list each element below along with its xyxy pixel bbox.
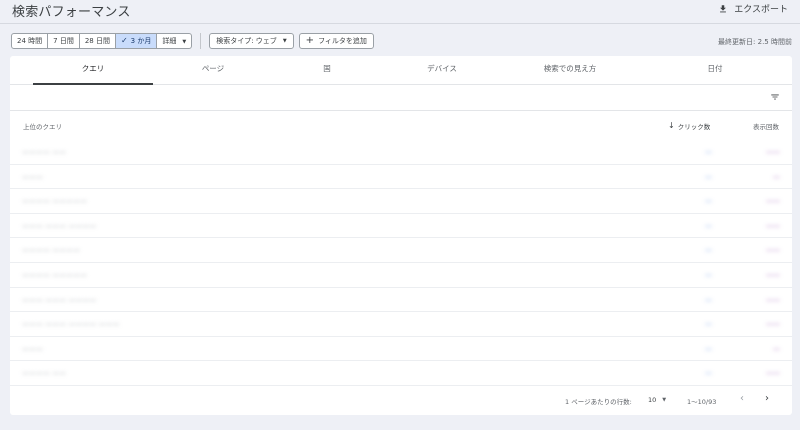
tab-pages[interactable]: ページ bbox=[153, 56, 273, 85]
table-row[interactable]: ーーー ーーー ーーーー — —— bbox=[10, 288, 792, 313]
arrow-downward-icon: ↓ bbox=[668, 121, 675, 130]
impressions-cell: —— bbox=[766, 295, 780, 304]
rows-per-page-label: 1 ページあたりの行数: bbox=[565, 398, 632, 406]
table-row[interactable]: ーーーー ーー — —— bbox=[10, 361, 792, 386]
clicks-cell: — bbox=[705, 197, 712, 206]
next-page-button[interactable]: › bbox=[765, 393, 769, 404]
query-table: ーーーー ーー — —— ーーー — — ーーーー ーーーーー — —— ーーー ーーー ー… bbox=[10, 140, 792, 386]
impressions-cell: —— bbox=[766, 197, 780, 206]
table-row[interactable]: ーーーー ーーーーー — —— bbox=[10, 189, 792, 214]
query-cell: ーーーー ーー bbox=[22, 149, 67, 157]
date-range-3m-label: 3 か月 bbox=[130, 37, 152, 45]
add-filter-label: フィルタを追加 bbox=[318, 37, 367, 45]
impressions-cell: —— bbox=[766, 148, 780, 156]
table-row[interactable]: ーーー — — bbox=[10, 165, 792, 190]
impressions-cell: — bbox=[773, 344, 780, 353]
tab-devices[interactable]: デバイス bbox=[382, 56, 502, 85]
clicks-cell: — bbox=[705, 295, 712, 304]
impressions-cell: —— bbox=[766, 320, 780, 329]
impressions-cell: —— bbox=[766, 221, 780, 230]
date-range-24h[interactable]: 24 時間 bbox=[12, 34, 49, 48]
date-range-custom[interactable]: 詳細 ▼ bbox=[157, 34, 191, 48]
download-icon bbox=[720, 4, 727, 12]
pagination-range: 1～10/93 bbox=[687, 398, 717, 406]
previous-page-button[interactable]: ‹ bbox=[740, 393, 744, 404]
dropdown-arrow-icon: ▼ bbox=[662, 397, 667, 403]
search-type-label: 検索タイプ: ウェブ bbox=[216, 37, 277, 45]
table-row[interactable]: ーーー — — bbox=[10, 337, 792, 362]
column-header-clicks[interactable]: ↓ クリック数 bbox=[668, 121, 711, 132]
filter-bar: 24 時間 7 日間 28 日間 ✓ 3 か月 詳細 ▼ 検索タイプ: ウェブ ▼ … bbox=[11, 33, 379, 49]
query-cell: ーーー bbox=[22, 345, 43, 354]
divider bbox=[10, 110, 792, 111]
query-cell: ーーーー ーーーーー bbox=[22, 198, 88, 207]
query-cell: ーーーー ーーーーー bbox=[22, 271, 88, 280]
clicks-cell: — bbox=[705, 270, 712, 279]
clicks-cell: — bbox=[705, 221, 712, 230]
table-row[interactable]: ーーーー ーー — —— bbox=[10, 140, 792, 165]
clicks-cell: — bbox=[705, 246, 712, 255]
export-button[interactable]: エクスポート bbox=[718, 2, 788, 15]
query-cell: ーーーー ーーーー bbox=[22, 247, 81, 256]
table-row[interactable]: ーーーー ーーーーー — —— bbox=[10, 263, 792, 288]
clicks-cell: — bbox=[705, 369, 712, 378]
query-cell: ーーー ーーー ーーーー bbox=[22, 296, 97, 305]
tab-bar: クエリ ページ 国 デバイス 検索での見え方 日付 bbox=[10, 56, 792, 85]
results-card: クエリ ページ 国 デバイス 検索での見え方 日付 上位のクエリ ↓ クリック数… bbox=[10, 56, 792, 415]
impressions-cell: —— bbox=[766, 270, 780, 279]
table-row[interactable]: ーーー ーーー ーーーー ーーー — —— bbox=[10, 312, 792, 337]
clicks-cell: — bbox=[705, 172, 712, 181]
last-updated: 最終更新日: 2.5 時間前 bbox=[718, 38, 792, 46]
date-range-selector: 24 時間 7 日間 28 日間 ✓ 3 か月 詳細 ▼ bbox=[11, 33, 193, 49]
rows-per-page-select[interactable]: 10 ▼ bbox=[648, 396, 666, 404]
tab-countries[interactable]: 国 bbox=[267, 56, 387, 85]
column-header-query: 上位のクエリ bbox=[23, 123, 62, 131]
date-range-3m[interactable]: ✓ 3 か月 bbox=[115, 34, 158, 48]
query-cell: ーーー bbox=[22, 173, 43, 182]
rows-per-page-value: 10 bbox=[648, 396, 657, 404]
column-header-impressions[interactable]: 表示回数 bbox=[753, 121, 779, 131]
query-cell: ーーー ーーー ーーーー bbox=[22, 222, 97, 231]
plus-icon: + bbox=[305, 35, 315, 46]
impressions-cell: —— bbox=[766, 246, 780, 255]
table-row[interactable]: ーーーー ーーーー — —— bbox=[10, 238, 792, 263]
dropdown-arrow-icon: ▼ bbox=[282, 38, 287, 44]
check-icon: ✓ bbox=[120, 36, 128, 45]
date-range-7d[interactable]: 7 日間 bbox=[48, 34, 80, 48]
query-cell: ーーー ーーー ーーーー ーーー bbox=[22, 321, 120, 330]
dropdown-arrow-icon: ▼ bbox=[182, 39, 187, 45]
clicks-cell: — bbox=[705, 148, 712, 156]
page-title: 検索パフォーマンス bbox=[12, 5, 131, 20]
add-filter-button[interactable]: + フィルタを追加 bbox=[298, 33, 374, 49]
date-range-custom-label: 詳細 bbox=[162, 37, 177, 45]
header: 検索パフォーマンス エクスポート bbox=[0, 0, 800, 24]
impressions-cell: — bbox=[773, 172, 780, 181]
tab-queries[interactable]: クエリ bbox=[33, 56, 153, 85]
export-label: エクスポート bbox=[734, 5, 788, 15]
clicks-cell: — bbox=[705, 320, 712, 329]
search-type-filter[interactable]: 検索タイプ: ウェブ ▼ bbox=[209, 33, 294, 49]
query-cell: ーーーー ーー bbox=[22, 370, 67, 379]
impressions-cell: —— bbox=[766, 369, 780, 378]
clicks-cell: — bbox=[705, 344, 712, 353]
tab-dates[interactable]: 日付 bbox=[655, 56, 775, 85]
column-header-clicks-label: クリック数 bbox=[677, 123, 711, 131]
date-range-28d[interactable]: 28 日間 bbox=[80, 34, 116, 48]
filter-list-icon[interactable] bbox=[770, 92, 780, 102]
table-row[interactable]: ーーー ーーー ーーーー — —— bbox=[10, 214, 792, 239]
tab-search-appearance[interactable]: 検索での見え方 bbox=[510, 56, 630, 85]
divider bbox=[200, 33, 202, 49]
